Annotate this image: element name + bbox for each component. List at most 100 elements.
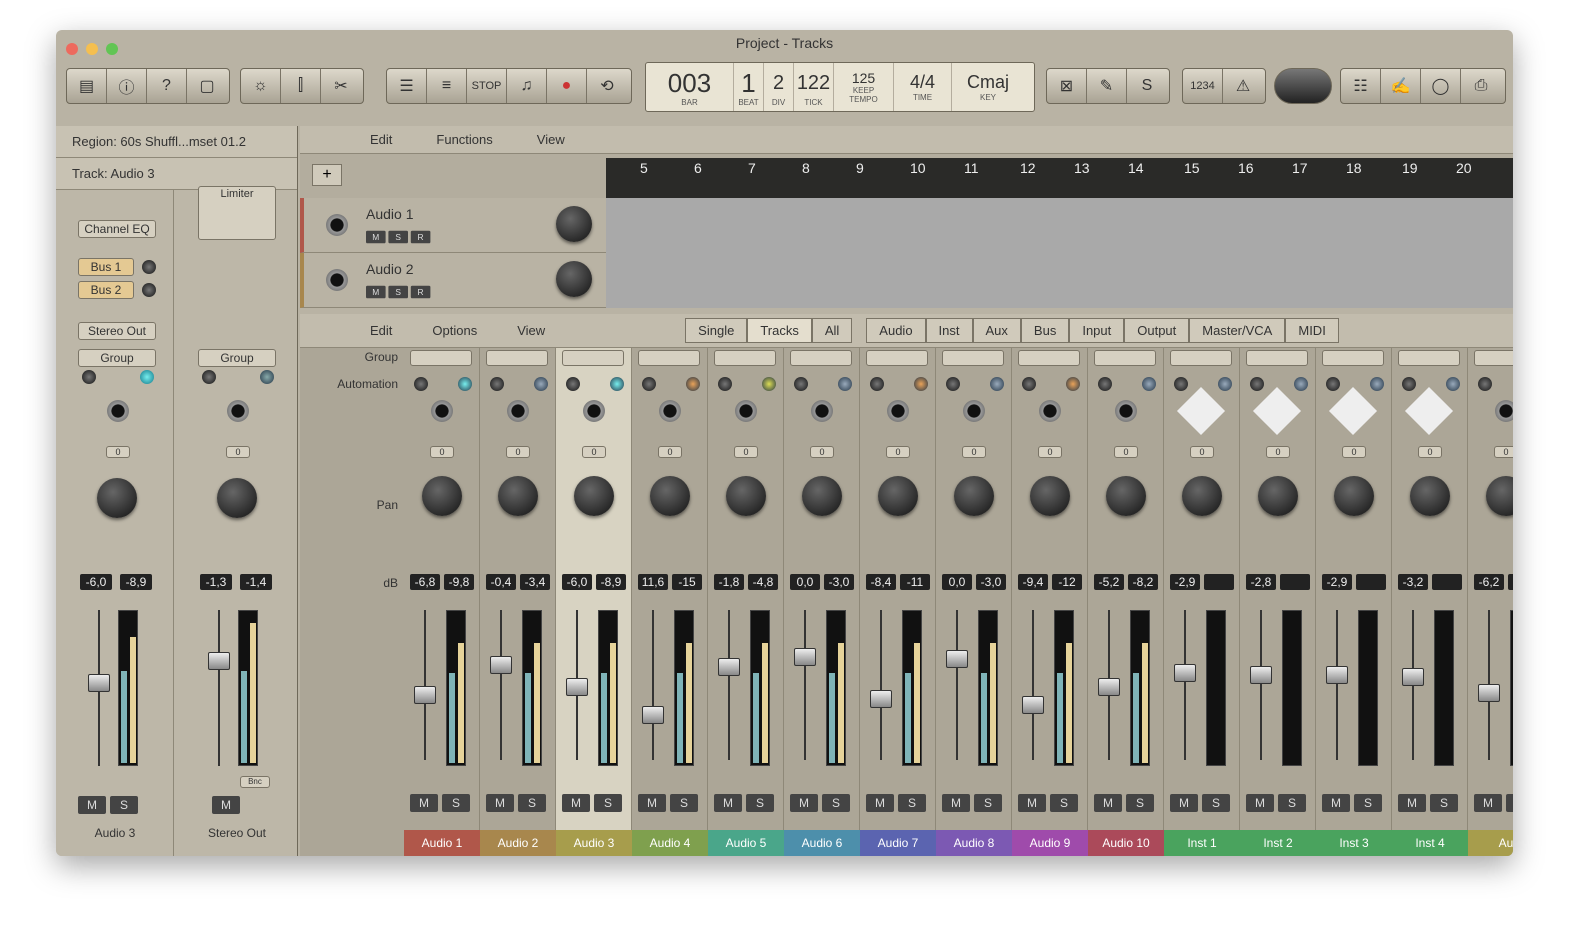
group-slot[interactable] (486, 350, 548, 366)
volume-fader[interactable] (1098, 678, 1120, 696)
output-mute-button[interactable]: M (212, 796, 240, 814)
output-input-icon[interactable] (227, 400, 249, 422)
automation-knob[interactable] (1478, 377, 1492, 391)
pan-knob[interactable] (1334, 476, 1374, 516)
automation-knob[interactable] (490, 377, 504, 391)
group-slot[interactable] (410, 350, 472, 366)
add-track-button[interactable]: + (312, 164, 342, 186)
stop-button[interactable]: STOP (467, 69, 507, 103)
solo-button[interactable]: S (822, 794, 850, 812)
solo-button[interactable]: S (1506, 794, 1513, 812)
automation-mode-icon[interactable] (838, 377, 852, 391)
list-editor-icon[interactable]: ☰ (387, 69, 427, 103)
instrument-icon[interactable] (1252, 386, 1302, 436)
solo-button[interactable]: S (1430, 794, 1458, 812)
mute-button[interactable]: M (1018, 794, 1046, 812)
solo-button[interactable]: S (442, 794, 470, 812)
filter-midi[interactable]: MIDI (1285, 318, 1339, 343)
input-icon[interactable] (659, 400, 681, 422)
channel-name[interactable]: Inst 2 (1240, 830, 1316, 856)
volume-fader[interactable] (642, 706, 664, 724)
automation-mode-icon[interactable] (762, 377, 776, 391)
input-icon[interactable] (1039, 400, 1061, 422)
pan-knob[interactable] (1106, 476, 1146, 516)
limiter-slot[interactable]: Limiter (198, 186, 276, 240)
track-pan-knob[interactable] (556, 261, 592, 297)
metronome-icon[interactable]: ♫ (507, 69, 547, 103)
mute-button[interactable]: M (714, 794, 742, 812)
output-slot[interactable]: Stereo Out (78, 322, 156, 340)
automation-knob[interactable] (1098, 377, 1112, 391)
solo-button[interactable]: S (1126, 794, 1154, 812)
track-mute-button[interactable]: M (366, 230, 386, 244)
solo-button[interactable]: S (594, 794, 622, 812)
output-group-slot[interactable]: Group (198, 349, 276, 367)
close-button[interactable] (66, 43, 78, 55)
instrument-icon[interactable] (1176, 386, 1226, 436)
master-volume-slider[interactable] (1274, 68, 1332, 104)
mute-button[interactable]: M (1094, 794, 1122, 812)
help-icon[interactable]: ? (147, 69, 187, 103)
output-pan-knob[interactable] (217, 478, 257, 518)
input-icon[interactable] (735, 400, 757, 422)
volume-fader[interactable] (1250, 666, 1272, 684)
tracks-button[interactable]: Tracks (747, 318, 812, 343)
automation-knob[interactable] (1326, 377, 1340, 391)
automation-mode-icon[interactable] (1294, 377, 1308, 391)
track-record-button[interactable]: R (410, 285, 431, 299)
pan-knob[interactable] (650, 476, 690, 516)
automation-knob[interactable] (1174, 377, 1188, 391)
record-icon[interactable]: ● (547, 69, 587, 103)
channel-name[interactable]: Inst 3 (1316, 830, 1392, 856)
library-icon[interactable]: ▤ (67, 69, 107, 103)
channel-name[interactable]: Inst 1 (1164, 830, 1240, 856)
track-solo-button[interactable]: S (388, 230, 408, 244)
channel-name[interactable]: Au (1468, 830, 1513, 856)
filter-output[interactable]: Output (1124, 318, 1190, 343)
volume-fader[interactable] (566, 678, 588, 696)
volume-fader[interactable] (88, 674, 110, 692)
group-slot[interactable] (1018, 350, 1080, 366)
channel-name[interactable]: Audio 4 (632, 830, 708, 856)
input-icon[interactable] (811, 400, 833, 422)
automation-mode-icon[interactable] (914, 377, 928, 391)
pan-knob[interactable] (574, 476, 614, 516)
pan-knob[interactable] (1258, 476, 1298, 516)
bus2-send[interactable]: Bus 2 (78, 281, 134, 299)
smart-controls-icon[interactable]: ☼ (241, 69, 281, 103)
automation-mode-icon[interactable] (1446, 377, 1460, 391)
solo-button[interactable]: S (1202, 794, 1230, 812)
automation-mode-icon[interactable] (140, 370, 154, 384)
track-solo-button[interactable]: S (388, 285, 408, 299)
mixer-options-menu[interactable]: Options (432, 323, 477, 338)
mute-button[interactable]: M (486, 794, 514, 812)
volume-fader[interactable] (1478, 684, 1500, 702)
input-icon[interactable] (1495, 400, 1513, 422)
mute-button[interactable]: M (1246, 794, 1274, 812)
group-slot[interactable] (1246, 350, 1308, 366)
filter-bus[interactable]: Bus (1020, 318, 1070, 343)
mute-button[interactable]: M (1398, 794, 1426, 812)
mute-button[interactable]: M (638, 794, 666, 812)
channel-name[interactable]: Audio 1 (404, 830, 480, 856)
bus1-send-knob[interactable] (142, 260, 156, 274)
volume-fader[interactable] (1402, 668, 1424, 686)
all-button[interactable]: All (811, 318, 853, 343)
solo-button[interactable]: S (974, 794, 1002, 812)
filter-aux[interactable]: Aux (972, 318, 1021, 343)
group-slot[interactable] (1474, 350, 1513, 366)
solo-button[interactable]: S (1354, 794, 1382, 812)
pan-knob[interactable] (1182, 476, 1222, 516)
bus2-send-knob[interactable] (142, 283, 156, 297)
pan-knob[interactable] (878, 476, 918, 516)
single-button[interactable]: Single (685, 318, 748, 343)
filter-inst[interactable]: Inst (925, 318, 973, 343)
channel-name[interactable]: Audio 10 (1088, 830, 1164, 856)
instrument-icon[interactable] (1328, 386, 1378, 436)
channel-name[interactable]: Audio 3 (556, 830, 632, 856)
track-input-icon[interactable] (326, 214, 348, 236)
zoom-button[interactable] (106, 43, 118, 55)
filter-master[interactable]: Master/VCA (1189, 318, 1286, 343)
input-icon[interactable] (431, 400, 453, 422)
group-slot[interactable] (714, 350, 776, 366)
